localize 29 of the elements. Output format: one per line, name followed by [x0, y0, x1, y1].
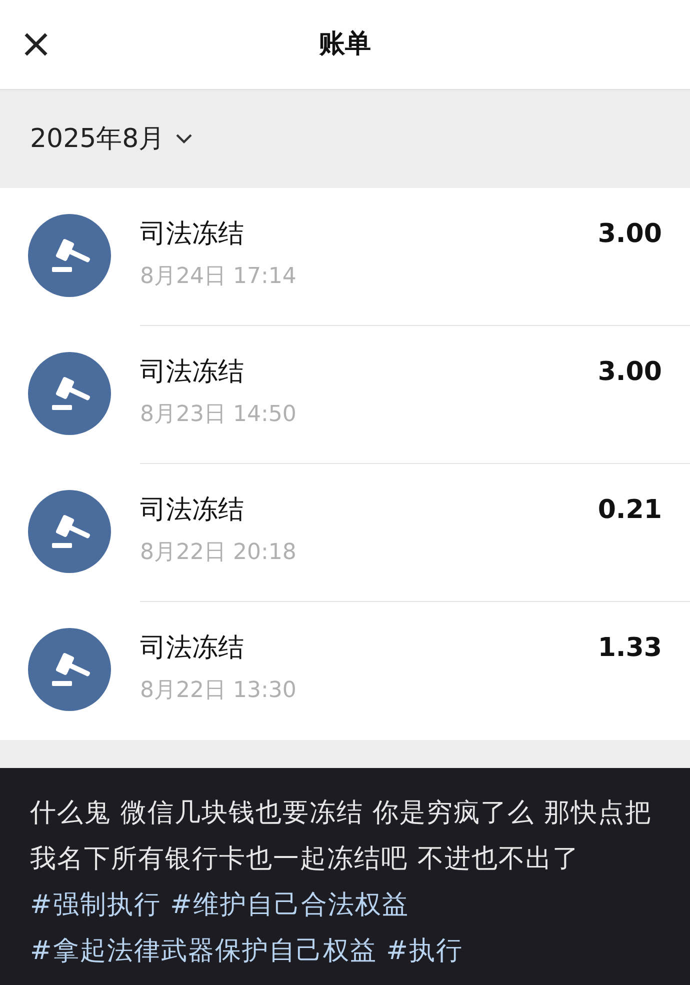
- transaction-time: 8月24日 17:14: [140, 263, 296, 291]
- caption-text: 什么鬼 微信几块钱也要冻结 你是穷疯了么 那快点把我名下所有银行卡也一起冻结吧 不进也不出了 #强制执行 #维护自己合法权益 #拿起法律武器保护自己权益 #执行: [30, 797, 653, 968]
- gavel-icon: [28, 628, 111, 711]
- hashtag-link[interactable]: #拿起法律武器保护自己权益: [30, 936, 377, 966]
- gavel-icon: [28, 352, 111, 435]
- transaction-time: 8月22日 13:30: [140, 677, 296, 705]
- transaction-amount: 0.21: [598, 494, 662, 527]
- close-button[interactable]: ×: [20, 28, 52, 60]
- gavel-icon: [28, 490, 111, 573]
- transaction-title: 司法冻结: [140, 494, 244, 527]
- month-picker[interactable]: 2025年8月: [30, 120, 193, 158]
- transaction-row[interactable]: 司法冻结 1.33 8月22日 13:30: [0, 602, 690, 740]
- transaction-row[interactable]: 司法冻结 3.00 8月24日 17:14: [0, 188, 690, 326]
- chevron-down-icon: [174, 133, 193, 145]
- transaction-title: 司法冻结: [140, 632, 244, 665]
- transaction-amount: 1.33: [598, 632, 662, 665]
- transaction-time: 8月22日 20:18: [140, 539, 296, 567]
- transaction-amount: 3.00: [598, 356, 662, 389]
- transaction-row[interactable]: 司法冻结 3.00 8月23日 14:50: [0, 326, 690, 464]
- gavel-icon: [28, 214, 111, 297]
- transaction-title: 司法冻结: [140, 356, 244, 389]
- transaction-row[interactable]: 司法冻结 0.21 8月22日 20:18: [0, 464, 690, 602]
- hashtag-link[interactable]: #维护自己合法权益: [170, 890, 409, 920]
- transaction-amount: 3.00: [598, 218, 662, 251]
- hashtag-link[interactable]: #执行: [386, 936, 463, 966]
- transaction-title: 司法冻结: [140, 218, 244, 251]
- page-title: 账单: [319, 28, 371, 61]
- hashtag-link[interactable]: #强制执行: [30, 890, 161, 920]
- transaction-time: 8月23日 14:50: [140, 401, 296, 429]
